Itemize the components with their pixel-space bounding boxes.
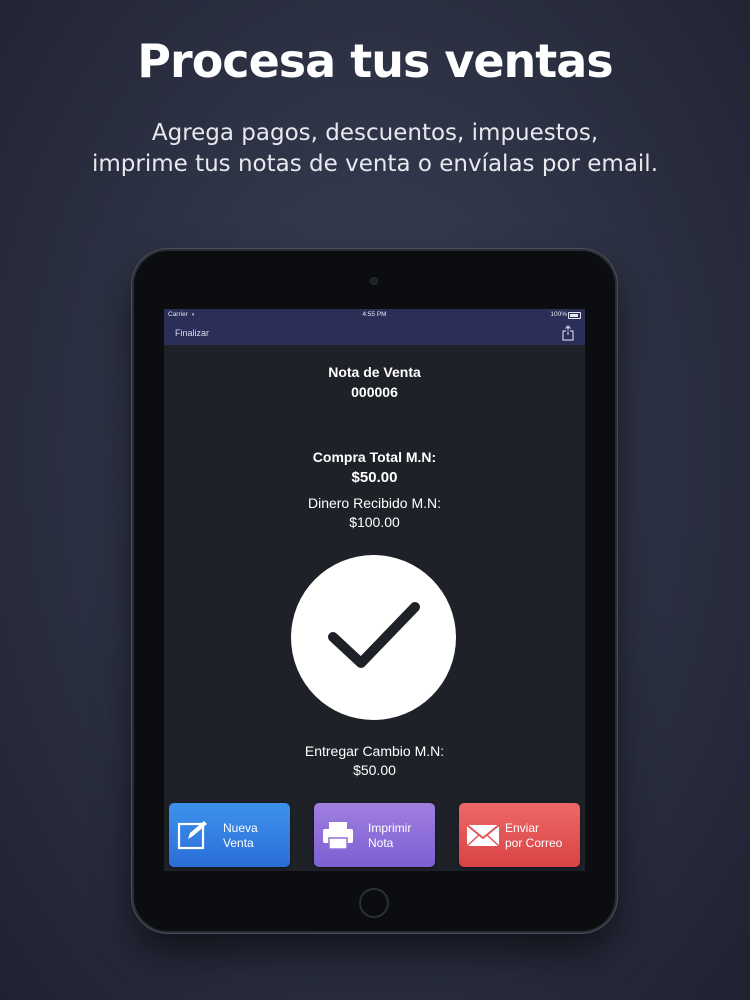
change-label: Entregar Cambio M.N: xyxy=(304,743,445,759)
received-label: Dinero Recibido M.N: xyxy=(307,495,442,511)
subline-1: Agrega pagos, descuentos, impuestos, xyxy=(151,120,599,146)
status-battery-percent: 100% xyxy=(550,311,567,318)
total-value: $50.00 xyxy=(351,469,398,486)
status-time: 4:55 PM xyxy=(362,311,387,318)
send-email-label: Enviar por Correo xyxy=(505,821,562,851)
printer-icon xyxy=(323,822,353,850)
mail-icon xyxy=(466,824,500,847)
print-receipt-label: Imprimir Nota xyxy=(368,821,411,851)
nav-bar: Finalizar xyxy=(164,321,585,345)
new-sale-button[interactable]: Nueva Venta xyxy=(169,803,290,867)
send-email-label-line1: Enviar xyxy=(505,821,540,835)
new-sale-label-line1: Nueva xyxy=(223,821,258,835)
receipt-number: 000006 xyxy=(351,384,398,400)
app-screen: Carrier ◐ 4:55 PM 100% Finalizar Nota de… xyxy=(164,309,585,871)
total-label: Compra Total M.N: xyxy=(312,449,437,465)
camera-dot xyxy=(370,277,378,285)
receipt-title: Nota de Venta xyxy=(328,364,421,380)
edit-icon xyxy=(177,821,207,850)
new-sale-label-line2: Venta xyxy=(223,836,254,850)
share-icon[interactable] xyxy=(561,325,575,341)
new-sale-label: Nueva Venta xyxy=(223,821,258,851)
checkmark-icon xyxy=(328,602,420,668)
subline-2: imprime tus notas de venta o envíalas po… xyxy=(91,151,659,177)
print-receipt-button[interactable]: Imprimir Nota xyxy=(314,803,435,867)
home-button[interactable] xyxy=(359,888,389,918)
send-email-label-line2: por Correo xyxy=(505,836,563,850)
print-receipt-label-line2: Nota xyxy=(368,836,394,850)
change-value: $50.00 xyxy=(353,762,396,778)
headline: Procesa tus ventas xyxy=(137,34,613,88)
status-bar: Carrier ◐ 4:55 PM 100% xyxy=(164,309,585,321)
send-email-button[interactable]: Enviar por Correo xyxy=(459,803,580,867)
success-check-icon xyxy=(291,555,456,720)
print-receipt-label-line1: Imprimir xyxy=(368,821,412,835)
battery-icon xyxy=(568,312,581,319)
finalizar-button[interactable]: Finalizar xyxy=(175,328,209,338)
ipad-device: Carrier ◐ 4:55 PM 100% Finalizar Nota de… xyxy=(134,251,615,931)
received-value: $100.00 xyxy=(349,514,400,530)
